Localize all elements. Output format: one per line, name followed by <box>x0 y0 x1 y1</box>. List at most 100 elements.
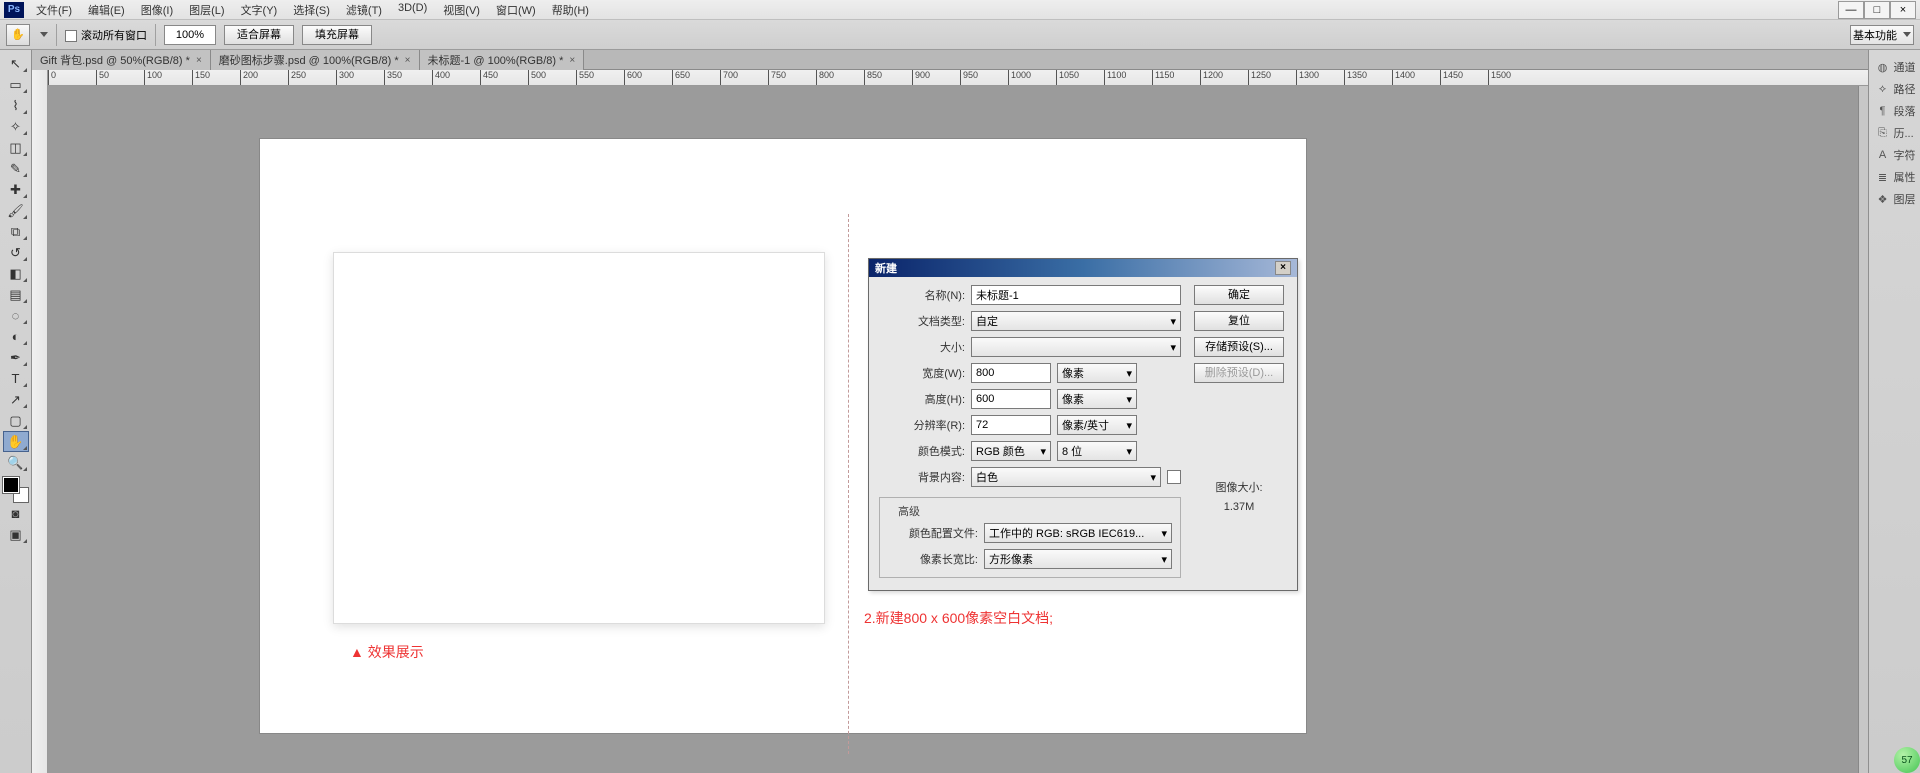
profile-select[interactable]: 工作中的 RGB: sRGB IEC619...▾ <box>984 523 1172 543</box>
doc-tab-1[interactable]: Gift 背包.psd @ 50%(RGB/8) *× <box>32 50 211 70</box>
properties-icon: ≣ <box>1876 171 1890 184</box>
tool-crop[interactable]: ◫ <box>3 137 29 158</box>
menu-select[interactable]: 选择(S) <box>287 0 336 20</box>
app-logo-icon: Ps <box>4 2 24 18</box>
mode-select[interactable]: RGB 颜色▾ <box>971 441 1051 461</box>
close-tab-icon[interactable]: × <box>569 55 575 66</box>
close-tab-icon[interactable]: × <box>196 55 202 66</box>
menu-filter[interactable]: 滤镜(T) <box>340 0 388 20</box>
close-button[interactable]: × <box>1890 1 1916 19</box>
size-select[interactable]: ▾ <box>971 337 1181 357</box>
image-size-value: 1.37M <box>1224 501 1255 513</box>
bits-value: 8 位 <box>1062 443 1082 459</box>
doctype-value: 自定 <box>976 313 998 329</box>
menu-edit[interactable]: 编辑(E) <box>82 0 131 20</box>
width-input[interactable] <box>971 363 1051 383</box>
menu-image[interactable]: 图像(I) <box>135 0 179 20</box>
tool-marquee[interactable]: ▭ <box>3 74 29 95</box>
tool-stamp[interactable]: ⧉ <box>3 221 29 242</box>
tool-eraser[interactable]: ◧ <box>3 263 29 284</box>
scroll-all-label: 滚动所有窗口 <box>81 30 147 42</box>
maximize-button[interactable]: □ <box>1864 1 1890 19</box>
bg-label: 背景内容: <box>879 469 965 485</box>
height-input[interactable] <box>971 389 1051 409</box>
aspect-select[interactable]: 方形像素▾ <box>984 549 1172 569</box>
screenmode-icon[interactable]: ▣ <box>3 524 29 545</box>
menu-3d[interactable]: 3D(D) <box>392 0 433 20</box>
panel-label: 通道 <box>1894 59 1916 75</box>
panel-paths[interactable]: ⟡路径 <box>1872 78 1918 100</box>
menu-bar: 文件(F) 编辑(E) 图像(I) 图层(L) 文字(Y) 选择(S) 滤镜(T… <box>30 0 1836 20</box>
menu-help[interactable]: 帮助(H) <box>546 0 595 20</box>
tool-lasso[interactable]: ⌇ <box>3 95 29 116</box>
bits-select[interactable]: 8 位▾ <box>1057 441 1137 461</box>
ruler-vertical[interactable] <box>32 70 48 773</box>
tool-wand[interactable]: ✧ <box>3 116 29 137</box>
tool-history-brush[interactable]: ↺ <box>3 242 29 263</box>
menu-file[interactable]: 文件(F) <box>30 0 78 20</box>
scrollbar-vertical[interactable] <box>1858 86 1868 773</box>
menu-type[interactable]: 文字(Y) <box>235 0 284 20</box>
fit-screen-button[interactable]: 适合屏幕 <box>224 25 294 45</box>
tool-type[interactable]: T <box>3 368 29 389</box>
color-swatches[interactable] <box>3 477 29 503</box>
menu-window[interactable]: 窗口(W) <box>490 0 542 20</box>
panel-layers[interactable]: ❖图层 <box>1872 188 1918 210</box>
dialog-close-button[interactable]: × <box>1275 261 1291 275</box>
paths-icon: ⟡ <box>1876 83 1890 96</box>
panel-character[interactable]: A字符 <box>1872 144 1918 166</box>
doctype-label: 文档类型: <box>879 313 965 329</box>
panel-properties[interactable]: ≣属性 <box>1872 166 1918 188</box>
tools-panel: ↖ ▭ ⌇ ✧ ◫ ✎ ✚ 🖌 ⧉ ↺ ◧ ▤ ◌ ◐ ✒ T ↗ ▢ ✋ 🔍 … <box>0 50 32 773</box>
close-tab-icon[interactable]: × <box>405 55 411 66</box>
menu-layer[interactable]: 图层(L) <box>183 0 230 20</box>
doc-tab-2[interactable]: 磨砂图标步骤.psd @ 100%(RGB/8) * × <box>211 50 420 70</box>
separator <box>155 24 156 46</box>
paragraph-icon: ¶ <box>1876 105 1890 117</box>
bg-select[interactable]: 白色▾ <box>971 467 1161 487</box>
tool-zoom[interactable]: 🔍 <box>3 452 29 473</box>
tool-brush[interactable]: 🖌 <box>3 200 29 221</box>
panel-paragraph[interactable]: ¶段落 <box>1872 100 1918 122</box>
tool-pen[interactable]: ✒ <box>3 347 29 368</box>
save-preset-button[interactable]: 存储预设(S)... <box>1194 337 1284 357</box>
tool-gradient[interactable]: ▤ <box>3 284 29 305</box>
tool-heal[interactable]: ✚ <box>3 179 29 200</box>
res-input[interactable] <box>971 415 1051 435</box>
width-unit-select[interactable]: 像素▾ <box>1057 363 1137 383</box>
ruler-horizontal[interactable]: 0501001502002503003504004505005506006507… <box>32 70 1868 86</box>
name-input[interactable] <box>971 285 1181 305</box>
fill-screen-button[interactable]: 填充屏幕 <box>302 25 372 45</box>
ok-button[interactable]: 确定 <box>1194 285 1284 305</box>
tool-dodge[interactable]: ◐ <box>3 326 29 347</box>
tool-eyedropper[interactable]: ✎ <box>3 158 29 179</box>
tool-path-select[interactable]: ↗ <box>3 389 29 410</box>
tool-hand[interactable]: ✋ <box>3 431 29 452</box>
res-unit-select[interactable]: 像素/英寸▾ <box>1057 415 1137 435</box>
minimize-button[interactable]: — <box>1838 1 1864 19</box>
panel-history[interactable]: ⎘历... <box>1872 122 1918 144</box>
tool-shape[interactable]: ▢ <box>3 410 29 431</box>
image-size-label: 图像大小: <box>1215 479 1262 495</box>
doc-tab-3[interactable]: 未标题-1 @ 100%(RGB/8) *× <box>420 50 585 70</box>
bg-color-swatch[interactable] <box>1167 470 1181 484</box>
current-tool-icon[interactable]: ✋ <box>6 24 30 46</box>
tool-move[interactable]: ↖ <box>3 53 29 74</box>
doc-tab-label: 磨砂图标步骤.psd @ 100%(RGB/8) * <box>219 52 399 68</box>
height-unit-select[interactable]: 像素▾ <box>1057 389 1137 409</box>
scroll-all-checkbox[interactable]: 滚动所有窗口 <box>65 27 147 43</box>
quickmask-icon[interactable]: ◙ <box>3 503 29 524</box>
reset-button[interactable]: 复位 <box>1194 311 1284 331</box>
menu-view[interactable]: 视图(V) <box>437 0 486 20</box>
doctype-select[interactable]: 自定▾ <box>971 311 1181 331</box>
workspace-dropdown[interactable]: 基本功能 <box>1850 25 1914 45</box>
advanced-group-title: 高级 <box>894 503 924 519</box>
panel-channels[interactable]: ◍通道 <box>1872 56 1918 78</box>
tool-dropdown-icon[interactable] <box>40 32 48 37</box>
tool-blur[interactable]: ◌ <box>3 305 29 326</box>
dialog-title-bar[interactable]: 新建 × <box>869 259 1297 277</box>
zoom-input[interactable]: 100% <box>164 25 216 45</box>
canvas-viewport[interactable]: ▲ 效果展示 2.新建800 x 600像素空白文档; 新建 × 名称(N): <box>48 86 1858 773</box>
foreground-swatch[interactable] <box>3 477 19 493</box>
mode-label: 颜色模式: <box>879 443 965 459</box>
